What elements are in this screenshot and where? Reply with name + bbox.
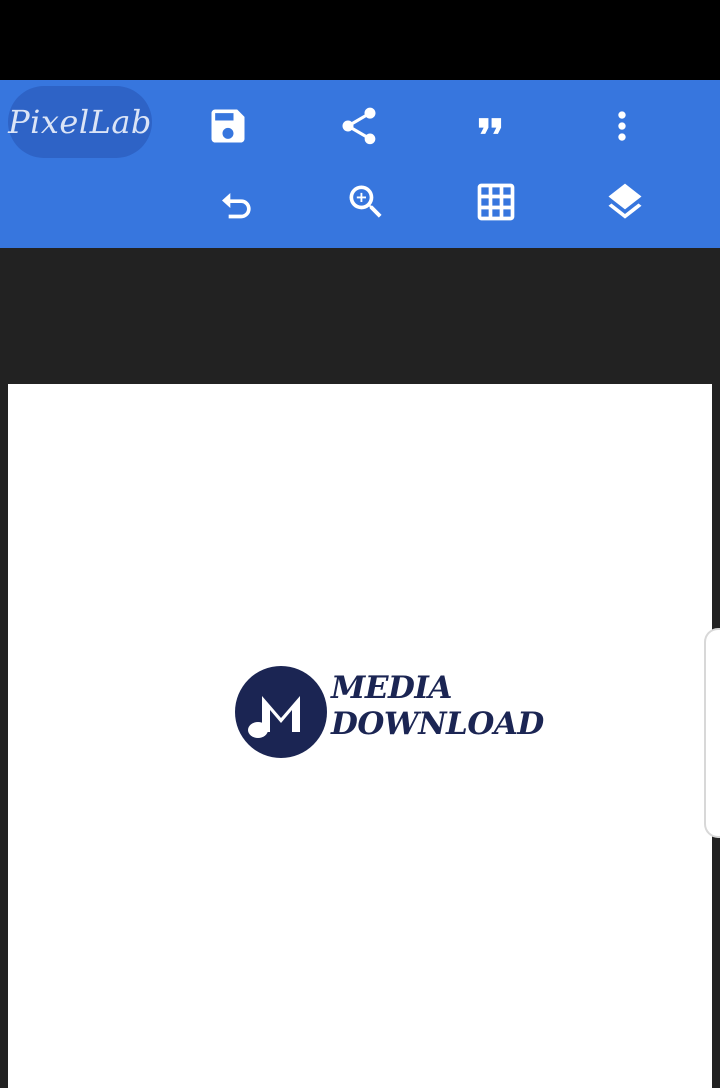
text-button[interactable] — [458, 94, 522, 158]
grid-icon — [477, 183, 515, 221]
music-note-m-icon — [235, 666, 327, 758]
status-bar — [0, 0, 720, 80]
canvas-logo[interactable]: MEDIA DOWNLOAD — [235, 664, 565, 760]
more-options-button[interactable] — [590, 94, 654, 158]
undo-icon — [222, 193, 251, 219]
quote-icon — [478, 118, 502, 134]
zoom-button[interactable] — [334, 170, 398, 234]
app-logo-text: PixelLab — [8, 103, 152, 141]
zoom-in-icon — [349, 185, 382, 218]
save-icon — [211, 109, 245, 143]
side-panel-handle[interactable] — [704, 628, 720, 838]
layers-icon — [608, 183, 642, 219]
share-button[interactable] — [327, 94, 391, 158]
more-vertical-icon — [618, 111, 626, 141]
grid-button[interactable] — [464, 170, 528, 234]
canvas-logo-line1: MEDIA — [331, 670, 452, 706]
save-button[interactable] — [196, 94, 260, 158]
canvas-logo-line2: DOWNLOAD — [331, 706, 544, 742]
undo-button[interactable] — [205, 171, 269, 235]
layers-button[interactable] — [593, 170, 657, 234]
share-icon — [342, 107, 376, 145]
app-logo-button[interactable]: PixelLab — [8, 86, 152, 158]
